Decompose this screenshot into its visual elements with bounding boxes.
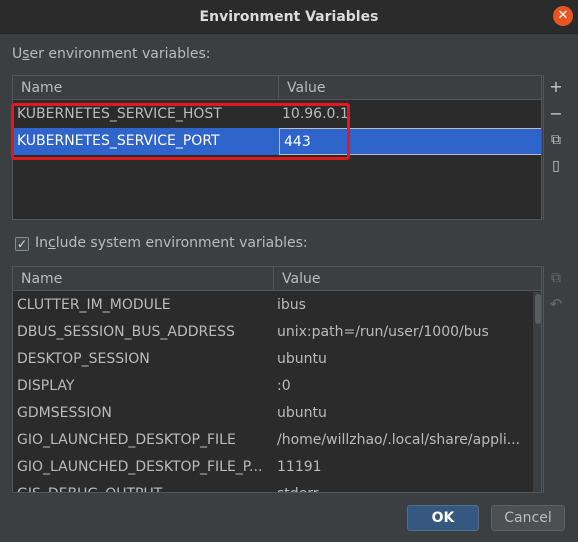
plus-icon: + — [549, 77, 563, 96]
env-var-value[interactable]: /home/willzhao/.local/share/appli... — [273, 427, 533, 454]
paste-button[interactable]: ▯ — [544, 154, 568, 178]
include-system-env-label[interactable]: Include system environment variables: — [35, 235, 308, 251]
env-var-name[interactable]: DBUS_SESSION_BUS_ADDRESS — [13, 319, 273, 346]
column-header-value[interactable]: Value — [273, 267, 533, 291]
user-env-table[interactable]: Name Value KUBERNETES_SERVICE_HOST 10.96… — [12, 75, 542, 220]
env-var-name[interactable]: GIO_LAUNCHED_DESKTOP_FILE_P... — [13, 454, 273, 481]
window-title: Environment Variables — [199, 9, 379, 25]
scrollbar-thumb[interactable] — [535, 294, 541, 324]
paste-icon: ▯ — [552, 158, 560, 174]
env-var-name[interactable]: GDMSESSION — [13, 400, 273, 427]
user-env-label-prefix: U — [12, 46, 23, 62]
table-row[interactable]: GIO_LAUNCHED_DESKTOP_FILE_P... 11191 — [13, 454, 533, 481]
env-var-name[interactable]: GJS_DEBUG_OUTPUT — [13, 481, 273, 492]
user-env-table-header: Name Value — [13, 76, 541, 100]
system-env-table-header: Name Value — [13, 267, 541, 291]
include-label-prefix: In — [35, 235, 49, 251]
user-env-label-rest: er environment variables: — [29, 46, 211, 62]
include-system-env-checkbox[interactable]: ✓ — [15, 237, 29, 251]
env-var-name[interactable]: GIO_LAUNCHED_DESKTOP_FILE — [13, 427, 273, 454]
user-env-label-mnemonic: s — [22, 46, 30, 62]
table-row[interactable]: GIO_LAUNCHED_DESKTOP_FILE /home/willzhao… — [13, 427, 533, 454]
column-header-name[interactable]: Name — [13, 76, 278, 100]
env-var-name[interactable]: KUBERNETES_SERVICE_HOST — [13, 101, 278, 128]
column-header-value[interactable]: Value — [278, 76, 541, 100]
ok-button[interactable]: OK — [407, 505, 479, 531]
check-icon: ✓ — [16, 237, 28, 251]
system-env-table[interactable]: Name Value CLUTTER_IM_MODULE ibus DBUS_S… — [12, 266, 542, 493]
table-row[interactable]: DISPLAY :0 — [13, 373, 533, 400]
add-button[interactable]: + — [544, 75, 568, 99]
table-row[interactable]: DBUS_SESSION_BUS_ADDRESS unix:path=/run/… — [13, 319, 533, 346]
table-row[interactable]: CLUTTER_IM_MODULE ibus — [13, 292, 533, 319]
minus-icon: − — [549, 104, 563, 123]
table-row-selected[interactable]: KUBERNETES_SERVICE_PORT 443 — [13, 128, 541, 155]
copy-icon: ⧉ — [551, 132, 561, 148]
env-var-name[interactable]: KUBERNETES_SERVICE_PORT — [13, 128, 278, 155]
env-var-value[interactable]: 10.96.0.1 — [278, 101, 541, 128]
copy-button[interactable]: ⧉ — [544, 128, 568, 152]
close-icon: ✕ — [557, 8, 569, 23]
env-var-value[interactable]: 11191 — [273, 454, 533, 481]
column-header-name[interactable]: Name — [13, 267, 273, 291]
env-var-value[interactable]: ubuntu — [273, 346, 533, 373]
env-var-value[interactable]: stderr — [273, 481, 533, 492]
include-label-rest: lude system environment variables: — [55, 235, 308, 251]
include-label-mnemonic: c — [48, 235, 56, 251]
env-var-value-editor[interactable]: 443 — [279, 128, 541, 155]
copy-icon: ⧉ — [551, 270, 561, 286]
table-row[interactable]: KUBERNETES_SERVICE_HOST 10.96.0.1 — [13, 101, 541, 128]
remove-button[interactable]: − — [544, 102, 568, 126]
env-var-value[interactable]: ubuntu — [273, 400, 533, 427]
env-var-name[interactable]: CLUTTER_IM_MODULE — [13, 292, 273, 319]
undo-icon: ↶ — [549, 295, 563, 313]
vertical-scrollbar[interactable] — [533, 292, 541, 492]
env-var-value[interactable]: :0 — [273, 373, 533, 400]
table-row[interactable]: DESKTOP_SESSION ubuntu — [13, 346, 533, 373]
revert-button[interactable]: ↶ — [544, 292, 568, 316]
cancel-button[interactable]: Cancel — [491, 505, 565, 531]
close-button[interactable]: ✕ — [553, 6, 573, 26]
table-row[interactable]: GDMSESSION ubuntu — [13, 400, 533, 427]
table-row[interactable]: GJS_DEBUG_OUTPUT stderr — [13, 481, 533, 492]
copy-button[interactable]: ⧉ — [544, 266, 568, 290]
title-bar: Environment Variables ✕ — [0, 0, 578, 34]
env-var-value[interactable]: unix:path=/run/user/1000/bus — [273, 319, 533, 346]
env-var-name[interactable]: DESKTOP_SESSION — [13, 346, 273, 373]
env-var-name[interactable]: DISPLAY — [13, 373, 273, 400]
env-var-value[interactable]: ibus — [273, 292, 533, 319]
user-env-label: User environment variables: — [12, 46, 210, 62]
